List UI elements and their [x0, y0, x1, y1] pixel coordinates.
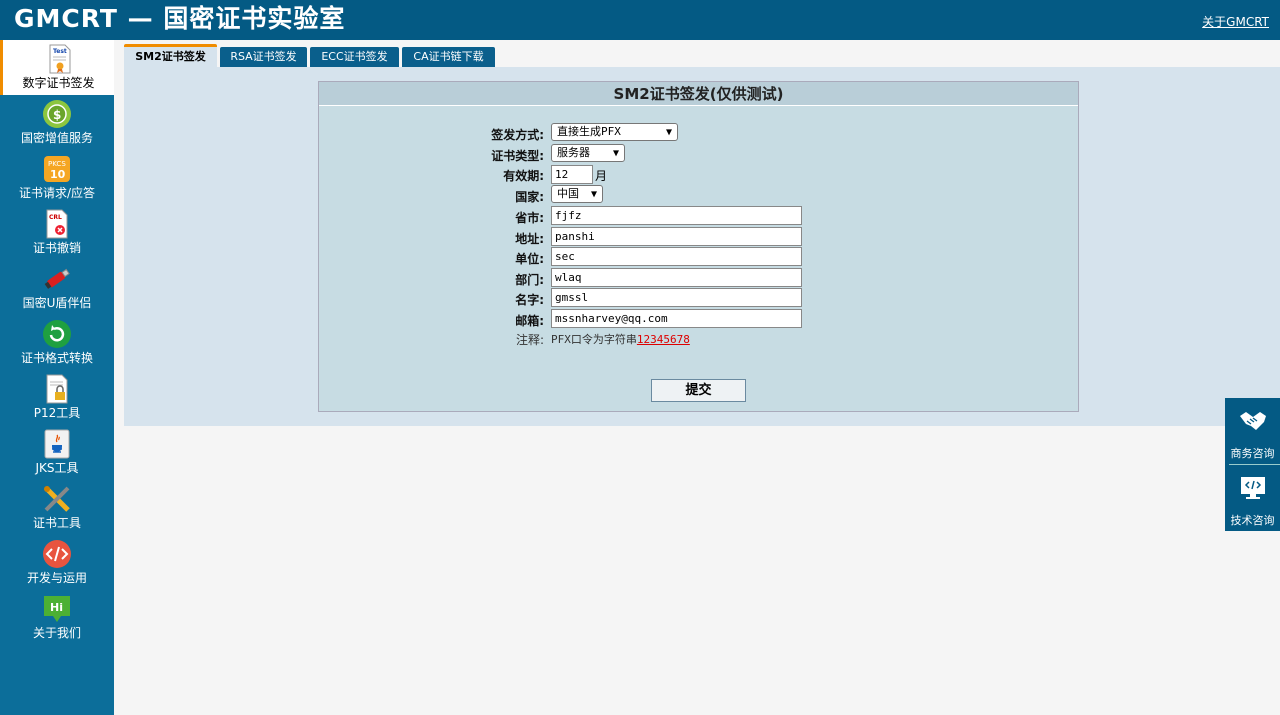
chevron-down-icon: ▼: [590, 189, 597, 200]
tech-consult-button[interactable]: 技术咨询: [1225, 465, 1280, 531]
note-text: PFX口令为字符串12345678: [551, 331, 690, 347]
org-input[interactable]: sec: [551, 247, 802, 266]
sidebar-item-cert-tools[interactable]: 证书工具: [0, 480, 114, 535]
pkcs10-icon: PKCS 10: [44, 156, 70, 182]
sign-method-label: 签发方式:: [491, 128, 544, 142]
note-description: PFX口令为字符串: [551, 333, 637, 346]
country-value: 中国: [557, 187, 579, 200]
certificate-icon: Test: [49, 44, 71, 74]
sidebar-item-about[interactable]: Hi 关于我们: [0, 590, 114, 645]
sidebar-item-label: 开发与运用: [26, 571, 87, 585]
sidebar-item-value-service[interactable]: $ 国密增值服务: [0, 95, 114, 150]
chevron-down-icon: ▼: [665, 127, 672, 138]
handshake-icon: [1240, 412, 1266, 430]
sidebar-item-ukey[interactable]: 国密U盾伴侣: [0, 260, 114, 315]
sidebar-item-label: 证书撤销: [32, 241, 81, 255]
sidebar-item-cert-issue[interactable]: Test 数字证书签发: [0, 40, 114, 95]
province-label: 省市:: [515, 211, 544, 225]
sidebar-item-label: JKS工具: [35, 461, 79, 475]
consult-widget: 商务咨询 技术咨询: [1225, 398, 1280, 531]
sidebar-item-dev[interactable]: 开发与运用: [0, 535, 114, 590]
dept-input[interactable]: wlaq: [551, 268, 802, 287]
country-select[interactable]: 中国 ▼: [551, 185, 603, 203]
validity-label: 有效期:: [503, 169, 544, 183]
validity-unit: 月: [595, 169, 608, 183]
form-title: SM2证书签发(仅供测试): [319, 82, 1078, 106]
dept-label: 部门:: [515, 273, 544, 287]
tab-rsa[interactable]: RSA证书签发: [220, 47, 307, 67]
business-consult-button[interactable]: 商务咨询: [1225, 398, 1280, 464]
name-label: 名字:: [515, 293, 544, 307]
tech-consult-label: 技术咨询: [1230, 514, 1275, 527]
refresh-icon: [43, 320, 71, 348]
address-label: 地址:: [515, 232, 544, 246]
sidebar-item-label: 数字证书签发: [22, 76, 95, 90]
header: GMCRT — 国密证书实验室 关于GMCRT: [0, 0, 1280, 40]
sidebar-item-label: P12工具: [33, 406, 81, 420]
content-area: SM2证书签发(仅供测试) 签发方式: 直接生成PFX ▼ 证书类型: 服务器 …: [124, 67, 1280, 426]
business-consult-label: 商务咨询: [1230, 447, 1275, 460]
svg-text:Hi: Hi: [50, 601, 63, 614]
svg-text:$: $: [53, 108, 61, 122]
name-input[interactable]: gmssl: [551, 288, 802, 307]
usb-key-icon: [44, 268, 70, 289]
note-password: 12345678: [636, 333, 690, 346]
svg-text:CRL: CRL: [49, 214, 62, 221]
sign-method-value: 直接生成PFX: [557, 125, 621, 138]
email-input[interactable]: mssnharvey@qq.com: [551, 309, 802, 328]
svg-text:PKCS: PKCS: [48, 160, 66, 168]
submit-button[interactable]: 提交: [651, 379, 746, 402]
svg-text:Test: Test: [53, 48, 67, 55]
province-input[interactable]: fjfz: [551, 206, 802, 225]
sidebar-item-label: 国密U盾伴侣: [22, 296, 92, 310]
org-label: 单位:: [515, 252, 544, 266]
validity-input[interactable]: 12: [551, 165, 593, 184]
java-icon: [44, 429, 70, 459]
cert-type-select[interactable]: 服务器 ▼: [551, 144, 625, 162]
lock-document-icon: [46, 374, 68, 404]
tools-icon: [44, 486, 70, 512]
coin-icon: $: [43, 100, 71, 128]
country-label: 国家:: [515, 190, 544, 204]
sidebar-item-jks-tool[interactable]: JKS工具: [0, 425, 114, 480]
monitor-code-icon: [1241, 477, 1265, 499]
tab-sm2[interactable]: SM2证书签发: [124, 44, 217, 67]
about-link[interactable]: 关于GMCRT: [1202, 13, 1269, 30]
email-label: 邮箱:: [515, 314, 544, 328]
tab-ca-chain[interactable]: CA证书链下载: [402, 47, 495, 67]
tab-ecc[interactable]: ECC证书签发: [310, 47, 399, 67]
sidebar-item-label: 国密增值服务: [20, 131, 93, 145]
sidebar-item-cert-revoke[interactable]: CRL 证书撤销: [0, 205, 114, 260]
sidebar-item-p12-tool[interactable]: P12工具: [0, 370, 114, 425]
chevron-down-icon: ▼: [612, 148, 619, 159]
crl-icon: CRL: [46, 209, 68, 239]
cert-type-value: 服务器: [557, 146, 590, 159]
cert-type-label: 证书类型:: [491, 149, 544, 163]
address-input[interactable]: panshi: [551, 227, 802, 246]
code-icon: [43, 540, 71, 568]
sign-method-select[interactable]: 直接生成PFX ▼: [551, 123, 678, 141]
sm2-form-panel: SM2证书签发(仅供测试) 签发方式: 直接生成PFX ▼ 证书类型: 服务器 …: [318, 81, 1079, 412]
sidebar-item-label: 证书格式转换: [20, 351, 93, 365]
sidebar: Test 数字证书签发 $ 国密增值服务 PKCS 10 证书请求/应答 CRL: [0, 40, 114, 715]
sidebar-item-label: 关于我们: [32, 626, 81, 640]
note-label: 注释:: [515, 333, 544, 347]
svg-text:10: 10: [50, 168, 66, 181]
sidebar-item-label: 证书工具: [32, 516, 81, 530]
site-title: GMCRT — 国密证书实验室: [14, 4, 346, 33]
sidebar-item-format-convert[interactable]: 证书格式转换: [0, 315, 114, 370]
sidebar-item-cert-request[interactable]: PKCS 10 证书请求/应答: [0, 150, 114, 205]
sidebar-item-label: 证书请求/应答: [18, 186, 96, 200]
hi-icon: Hi: [44, 596, 70, 622]
